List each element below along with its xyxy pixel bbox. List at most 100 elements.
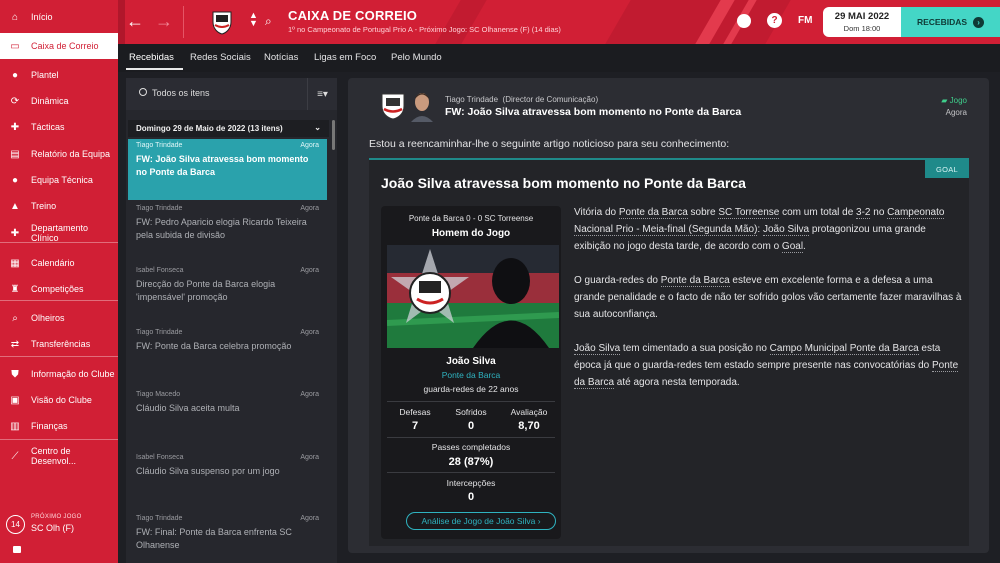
tag-icon: ▰ [941,96,950,105]
message-item[interactable]: Tiago Trindade Agora FW: João Silva atra… [128,139,327,200]
player-link[interactable]: João Silva [574,343,621,355]
message-time: Agora [300,515,319,522]
message-item[interactable]: Tiago Macedo Agora Cláudio Silva aceita … [128,388,327,449]
message-subject: Cláudio Silva aceita multa [136,403,240,413]
search-icon[interactable]: ⌕ [265,14,272,29]
calendar-icon: ▦ [10,257,20,269]
message-time: Agora [300,329,319,336]
divider [387,437,555,438]
player-club-link[interactable]: Ponte da Barca [381,370,561,380]
tab-pelo-mundo[interactable]: Pelo Mundo [391,52,442,63]
chevron-right-icon: › [537,516,541,526]
current-day-time: Dom 18:00 [843,24,881,33]
next-match[interactable]: 14 PRÓXIMO JOGO SC Olh (F) [0,505,118,563]
sidebar-item-plantel[interactable]: ● Plantel [0,62,118,88]
tab-noticias[interactable]: Notícias [264,52,298,63]
sidebar-item-relatorio-da-equipa[interactable]: ▤ Relatório da Equipa [0,141,118,167]
message-subject: FW: Pedro Aparicio elogia Ricardo Teixei… [136,217,307,241]
sidebar-item-informacao-do-clube[interactable]: ⛊ Informação do Clube [0,361,118,387]
passes-label: Passes completados [431,442,511,452]
club-link[interactable]: SC Torreense [718,207,780,219]
stat-value: 7 [411,420,419,432]
tab-redes-sociais[interactable]: Redes Sociais [190,52,251,63]
date-group-header[interactable]: Domingo 29 de Maio de 2022 (13 itens) ⌄ [128,120,329,137]
sidebar-item-dinamica[interactable]: ⟳ Dinâmica [0,88,118,114]
sender-name[interactable]: Tiago Trindade [445,95,498,104]
chat-icon[interactable] [13,546,21,553]
text: . [803,241,806,252]
match-score: Ponte da Barca 0 - 0 SC Torreense [408,214,534,223]
sidebar-item-olheiros[interactable]: ⌕ Olheiros [0,305,118,331]
sidebar-item-inicio[interactable]: ⌂ Início [0,4,118,30]
filter-dropdown[interactable]: Todos os itens [152,88,210,98]
sidebar-item-label: Visão do Clube [31,395,92,405]
tab-recebidas[interactable]: Recebidas [129,52,174,63]
chevron-down-icon: ⌄ [314,123,321,132]
text: O guarda-redes do [574,275,661,286]
player-name[interactable]: João Silva [381,356,561,367]
message-item[interactable]: Tiago Trindade Agora FW: Ponte da Barca … [128,326,327,387]
date-display[interactable]: 29 MAI 2022 Dom 18:00 RECEBIDAS › [823,7,1000,37]
club-link[interactable]: Ponte da Barca [660,275,730,287]
message-subject: Cláudio Silva suspenso por um jogo [136,466,280,476]
text: com um total de [779,207,857,218]
media-link[interactable]: Goal [781,241,804,253]
match-link[interactable]: 3-2 [856,207,871,219]
sidebar-item-visao-do-clube[interactable]: ▣ Visão do Clube [0,387,118,413]
divider [387,401,555,402]
text: Vitória do [574,207,619,218]
back-arrow-icon[interactable]: ← [126,11,144,32]
inbox-scrollbar[interactable] [332,120,335,150]
message-subject: Direcção do Ponte da Barca elogia 'impen… [136,279,276,303]
sidebar-item-financas[interactable]: ▥ Finanças [0,413,118,439]
list-options-icon[interactable]: ≡▾ [307,78,337,110]
sidebar-item-label: Tácticas [31,122,65,132]
message-subject: FW: Final: Ponte da Barca enfrenta SC Ol… [136,527,292,551]
club-crest-icon[interactable] [211,9,233,35]
sidebar-item-caixa-de-correio[interactable]: ▭ Caixa de Correio [0,33,118,59]
article-body: Vitória do Ponte da Barca sobre SC Torre… [574,204,964,408]
sidebar-item-label: Transferências [31,339,91,349]
message-item[interactable]: Tiago Trindade Agora FW: Final: Ponte da… [128,512,327,563]
tab-ligas-em-foco[interactable]: Ligas em Foco [314,52,376,63]
staff-icon: ● [11,174,19,186]
help-icon[interactable]: ? [767,13,782,28]
club-ball-icon[interactable] [737,14,751,28]
tactics-icon: ✚ [10,121,20,133]
sidebar-divider [0,242,118,243]
message-item[interactable]: Isabel Fonseca Agora Direcção do Ponte d… [128,264,327,325]
intercepts-label: Intercepções [446,478,496,488]
sidebar-item-treino[interactable]: ▲ Treino [0,193,118,219]
article-title: João Silva atravessa bom momento no Pont… [381,175,746,191]
club-link[interactable]: Ponte da Barca [618,207,688,219]
message-time: Agora [300,267,319,274]
sidebar-item-transferencias[interactable]: ⇄ Transferências [0,331,118,357]
sidebar-item-calendario[interactable]: ▦ Calendário [0,250,118,276]
days-until-match-badge: 14 [6,515,25,534]
sender-avatar[interactable] [408,90,436,122]
text: no [870,207,888,218]
sidebar-item-competicoes[interactable]: ♜ Competições [0,276,118,302]
sender-info: Tiago Trindade (Director de Comunicação) [445,95,598,104]
club-vision-icon: ▣ [10,394,20,406]
chevron-right-icon: › [973,16,985,28]
sidebar-item-centro-de-desenvolvimento[interactable]: ⟋ Centro de Desenvol... [0,443,118,469]
sidebar-item-tacticas[interactable]: ✚ Tácticas [0,114,118,140]
message-item[interactable]: Isabel Fonseca Agora Cláudio Silva suspe… [128,451,327,512]
news-article: GOAL João Silva atravessa bom momento no… [369,158,969,546]
forward-arrow-icon[interactable]: → [155,11,173,32]
stat-label: Sofridos [455,407,487,417]
message-item[interactable]: Tiago Trindade Agora FW: Pedro Aparicio … [128,202,327,263]
squad-icon: ● [11,69,19,81]
continue-button[interactable]: RECEBIDAS › [901,7,1000,37]
player-link[interactable]: João Silva [762,224,810,236]
message-sender: Tiago Trindade [136,142,183,149]
match-analysis-button[interactable]: Análise de Jogo de João Silva › [406,512,556,530]
next-previous-chevrons-icon[interactable]: ▲ ▼ [249,11,258,28]
stadium-link[interactable]: Campo Municipal Ponte da Barca [769,343,919,355]
sidebar-item-label: Competições [31,284,84,294]
fm-menu-button[interactable]: FM [798,15,812,26]
dynamics-icon: ⟳ [10,95,20,107]
message-time: Agora [300,205,319,212]
sidebar-item-equipa-tecnica[interactable]: ● Equipa Técnica [0,167,118,193]
